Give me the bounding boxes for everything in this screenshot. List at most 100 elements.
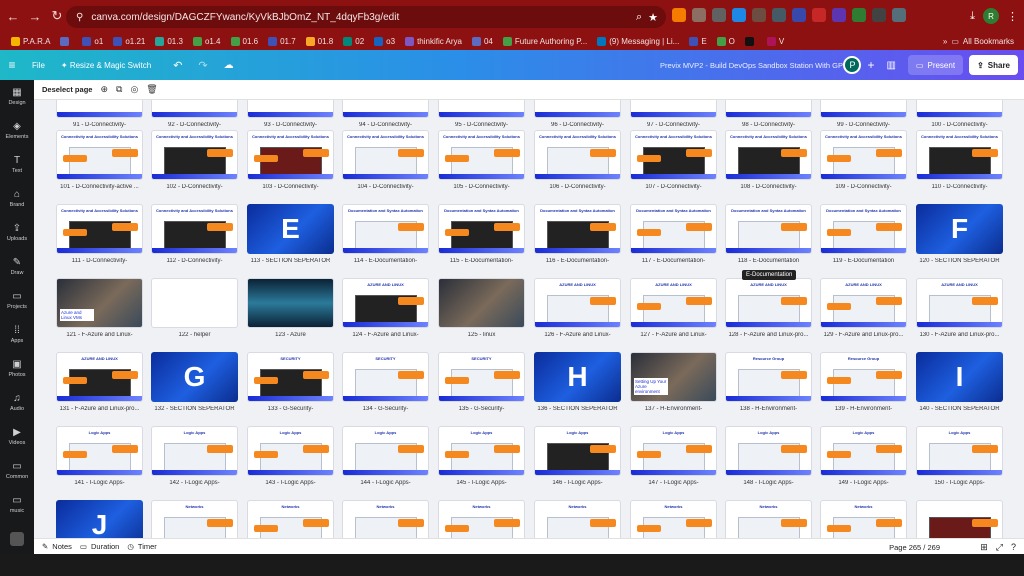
site-info-icon[interactable]: ⚲ [76, 12, 83, 23]
reload-icon[interactable]: ↻ [48, 7, 66, 25]
page-thumbnail[interactable]: Networks [534, 500, 621, 538]
page-thumbnail[interactable]: AZURE AND LINUX 131 - F-Azure and Linux-p… [56, 352, 143, 414]
resize-button[interactable]: ✦ Resize & Magic Switch [53, 61, 159, 70]
page-thumbnail[interactable]: 97 - D-Connectivity- [630, 100, 717, 130]
page-thumbnail[interactable]: SECURITY 134 - G-Security- [342, 352, 429, 414]
sidebar-item-uploads[interactable]: ⇪ Uploads [0, 216, 34, 250]
undo-icon[interactable]: ↶ [165, 59, 190, 72]
bookmark-item[interactable]: 01.8 [301, 36, 339, 46]
page-thumbnail[interactable]: 94 - D-Connectivity- [342, 100, 429, 130]
page-thumbnail[interactable]: Logic Apps 142 - I-Logic Apps- [151, 426, 238, 488]
page-thumbnail[interactable]: Connectivity and Accessibility Solutions… [438, 130, 525, 192]
page-thumbnail[interactable]: 91 - D-Connectivity- [56, 100, 143, 130]
present-button[interactable]: ▭ Present [907, 55, 964, 75]
page-thumbnail[interactable]: Connectivity and Accessibility Solutions… [916, 130, 1003, 192]
page-thumbnail[interactable]: Connectivity and Accessibility Solutions… [151, 130, 238, 192]
bookmark-item[interactable]: 01.7 [263, 36, 301, 46]
page-thumbnail[interactable]: Connectivity and Accessibility Solutions… [342, 130, 429, 192]
page-thumbnail[interactable]: Networks [820, 500, 907, 538]
bookmark-item[interactable]: Future Authoring P... [498, 36, 592, 46]
address-bar[interactable]: ⚲ canva.com/design/DAGCZFYwanc/KyVkBJbOm… [66, 6, 666, 28]
page-thumbnail[interactable]: AZURE AND LINUX 124 - F-Azure and Linux- [342, 278, 429, 340]
page-thumbnail[interactable]: SECURITY 133 - G-Security- [247, 352, 334, 414]
puzzle-icon[interactable] [752, 8, 766, 22]
bookmark-item[interactable]: (9) Messaging | Li... [592, 36, 684, 46]
all-bookmarks[interactable]: All Bookmarks [963, 37, 1014, 46]
duration-button[interactable]: ▭ Duration [80, 542, 119, 551]
forward-icon[interactable]: → [26, 7, 44, 25]
page-thumbnail[interactable]: Networks [247, 500, 334, 538]
page-thumbnail[interactable]: Networks [630, 500, 717, 538]
sidebar-item-common[interactable]: ▭ Common [0, 454, 34, 488]
page-thumbnail[interactable]: Logic Apps 145 - I-Logic Apps- [438, 426, 525, 488]
download-icon[interactable]: ⤓ [970, 10, 975, 23]
bolt-icon[interactable] [672, 8, 686, 22]
page-thumbnail[interactable]: Logic Apps 141 - I-Logic Apps- [56, 426, 143, 488]
hide-page-icon[interactable]: ◎ [130, 84, 138, 95]
page-thumbnail[interactable]: 95 - D-Connectivity- [438, 100, 525, 130]
page-thumbnail[interactable]: Networks [438, 500, 525, 538]
page-thumbnail[interactable]: Documentation and Syntax Automation 118 -… [725, 204, 812, 266]
page-thumbnail[interactable]: Logic Apps 147 - I-Logic Apps- [630, 426, 717, 488]
page-thumbnail[interactable]: Resource Group 138 - H-Environment- [725, 352, 812, 414]
bookmark-item[interactable]: o3 [369, 36, 400, 46]
bookmark-item[interactable]: o1 [77, 36, 108, 46]
cloud-sync-icon[interactable]: ☁ [216, 60, 242, 71]
bookmark-item[interactable]: 04 [467, 36, 498, 46]
sidebar-item-videos[interactable]: ▶ Videos [0, 420, 34, 454]
play-icon[interactable] [872, 8, 886, 22]
page-thumbnail[interactable]: 93 - D-Connectivity- [247, 100, 334, 130]
add-page-icon[interactable]: ⊕ [100, 84, 108, 95]
page-thumbnail[interactable]: 92 - D-Connectivity- [151, 100, 238, 130]
page-thumbnail[interactable]: I 140 - SECTION SEPERATOR [916, 352, 1003, 414]
page-thumbnail[interactable]: G 132 - SECTION SEPERATOR [151, 352, 238, 414]
page-thumbnail[interactable]: Networks [151, 500, 238, 538]
shield-icon[interactable] [732, 8, 746, 22]
page-thumbnail[interactable]: 100 - D-Connectivity- [916, 100, 1003, 130]
page-thumbnail[interactable]: Networks [342, 500, 429, 538]
page-thumbnail[interactable]: 99 - D-Connectivity- [820, 100, 907, 130]
puzzle-icon[interactable] [892, 8, 906, 22]
file-menu[interactable]: File [24, 61, 53, 70]
share-button[interactable]: ⇪ Share [969, 55, 1018, 75]
sidebar-item-draw[interactable]: ✎ Draw [0, 250, 34, 284]
back-icon[interactable]: ← [4, 7, 22, 25]
page-thumbnail[interactable]: Logic Apps 143 - I-Logic Apps- [247, 426, 334, 488]
bookmark-item[interactable]: O [712, 36, 740, 46]
page-thumbnail[interactable]: AZURE AND LINUX 127 - F-Azure and Linux- [630, 278, 717, 340]
page-thumbnail[interactable]: Logic Apps 148 - I-Logic Apps- [725, 426, 812, 488]
page-thumbnail[interactable]: H 136 - SECTION SEPERATOR [534, 352, 621, 414]
page-thumbnail[interactable]: E 113 - SECTION SEPERATOR [247, 204, 334, 266]
page-thumbnail[interactable]: Resource Group 139 - H-Environment- [820, 352, 907, 414]
bookmark-item[interactable]: 02 [338, 36, 369, 46]
calendar-icon[interactable] [792, 8, 806, 22]
delete-page-icon[interactable]: 🗑 [146, 84, 157, 95]
document-title[interactable]: Previx MVP2 - Build DevOps Sandbox Stati… [660, 50, 857, 80]
page-thumbnail[interactable]: Connectivity and Accessibility Solutions… [820, 130, 907, 192]
page-thumbnail[interactable]: J [56, 500, 143, 538]
page-thumbnail[interactable]: Connectivity and Accessibility Solutions… [630, 130, 717, 192]
profile-avatar[interactable]: R [983, 8, 999, 24]
page-thumbnail[interactable]: Connectivity and Accessibility Solutions… [151, 204, 238, 266]
page-thumbnail[interactable]: 98 - D-Connectivity- [725, 100, 812, 130]
page-thumbnail[interactable]: Networks [725, 500, 812, 538]
page-thumbnail[interactable]: Connectivity and Accessibility Solutions… [534, 130, 621, 192]
bookmark-item[interactable]: thinkific Arya [400, 36, 467, 46]
page-thumbnail[interactable]: 125 - linux [438, 278, 525, 340]
page-thumbnail[interactable]: Documentation and Syntax Automation 114 -… [342, 204, 429, 266]
page-thumbnail[interactable]: 123 - Azure [247, 278, 334, 340]
page-thumbnail[interactable]: Documentation and Syntax Automation 115 -… [438, 204, 525, 266]
page-thumbnail[interactable]: Setting Up Your Azure environment 137 - H… [630, 352, 717, 414]
chevron-icon[interactable]: » [943, 37, 947, 46]
notes-button[interactable]: ✎ Notes [42, 542, 72, 551]
sidebar-item-music[interactable]: ▭ music [0, 488, 34, 522]
page-thumbnail[interactable] [916, 500, 1003, 538]
page-thumbnail[interactable]: Azure and Linux VMs 121 - F-Azure and Lin… [56, 278, 143, 340]
grid-view-icon[interactable]: ⊞ [980, 542, 988, 553]
bookmark-item[interactable]: o1.21 [108, 36, 150, 46]
page-thumbnail[interactable]: Logic Apps 144 - I-Logic Apps- [342, 426, 429, 488]
page-thumbnail[interactable]: AZURE AND LINUX 129 - F-Azure and Linux-p… [820, 278, 907, 340]
gdn-icon[interactable] [712, 8, 726, 22]
gear-icon[interactable] [832, 8, 846, 22]
bookmark-item[interactable]: 01.3 [150, 36, 188, 46]
